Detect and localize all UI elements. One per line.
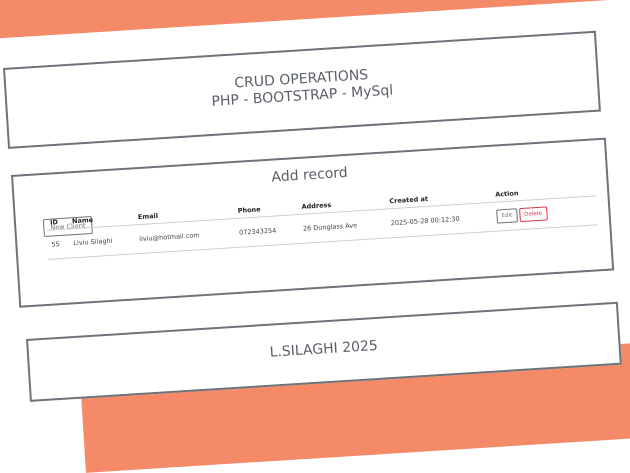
decorative-stripe-top xyxy=(0,0,615,40)
cell-email: liviu@hotmail.com xyxy=(134,218,236,254)
cell-created: 2025-05-28 00:12:30 xyxy=(385,202,494,238)
records-card: Add record New Client ID Name Email Phon… xyxy=(11,137,615,308)
page-title: CRUD OPERATIONS PHP - BOOTSTRAP - MySql xyxy=(6,53,597,124)
cell-phone: 072343254 xyxy=(234,214,300,248)
header-card: CRUD OPERATIONS PHP - BOOTSTRAP - MySql xyxy=(3,30,601,149)
edit-button[interactable]: Edit xyxy=(496,208,518,224)
cell-name: Liviu Silaghi xyxy=(68,224,137,258)
cell-address: 26 Dunglass Ave xyxy=(298,209,388,244)
cell-actions: Edit Delete xyxy=(491,195,598,232)
delete-button[interactable]: Delete xyxy=(518,206,548,223)
column-header-id: ID xyxy=(45,206,69,231)
footer-text: L.SILAGHI 2025 xyxy=(269,337,379,361)
cell-id: 55 xyxy=(46,228,71,260)
